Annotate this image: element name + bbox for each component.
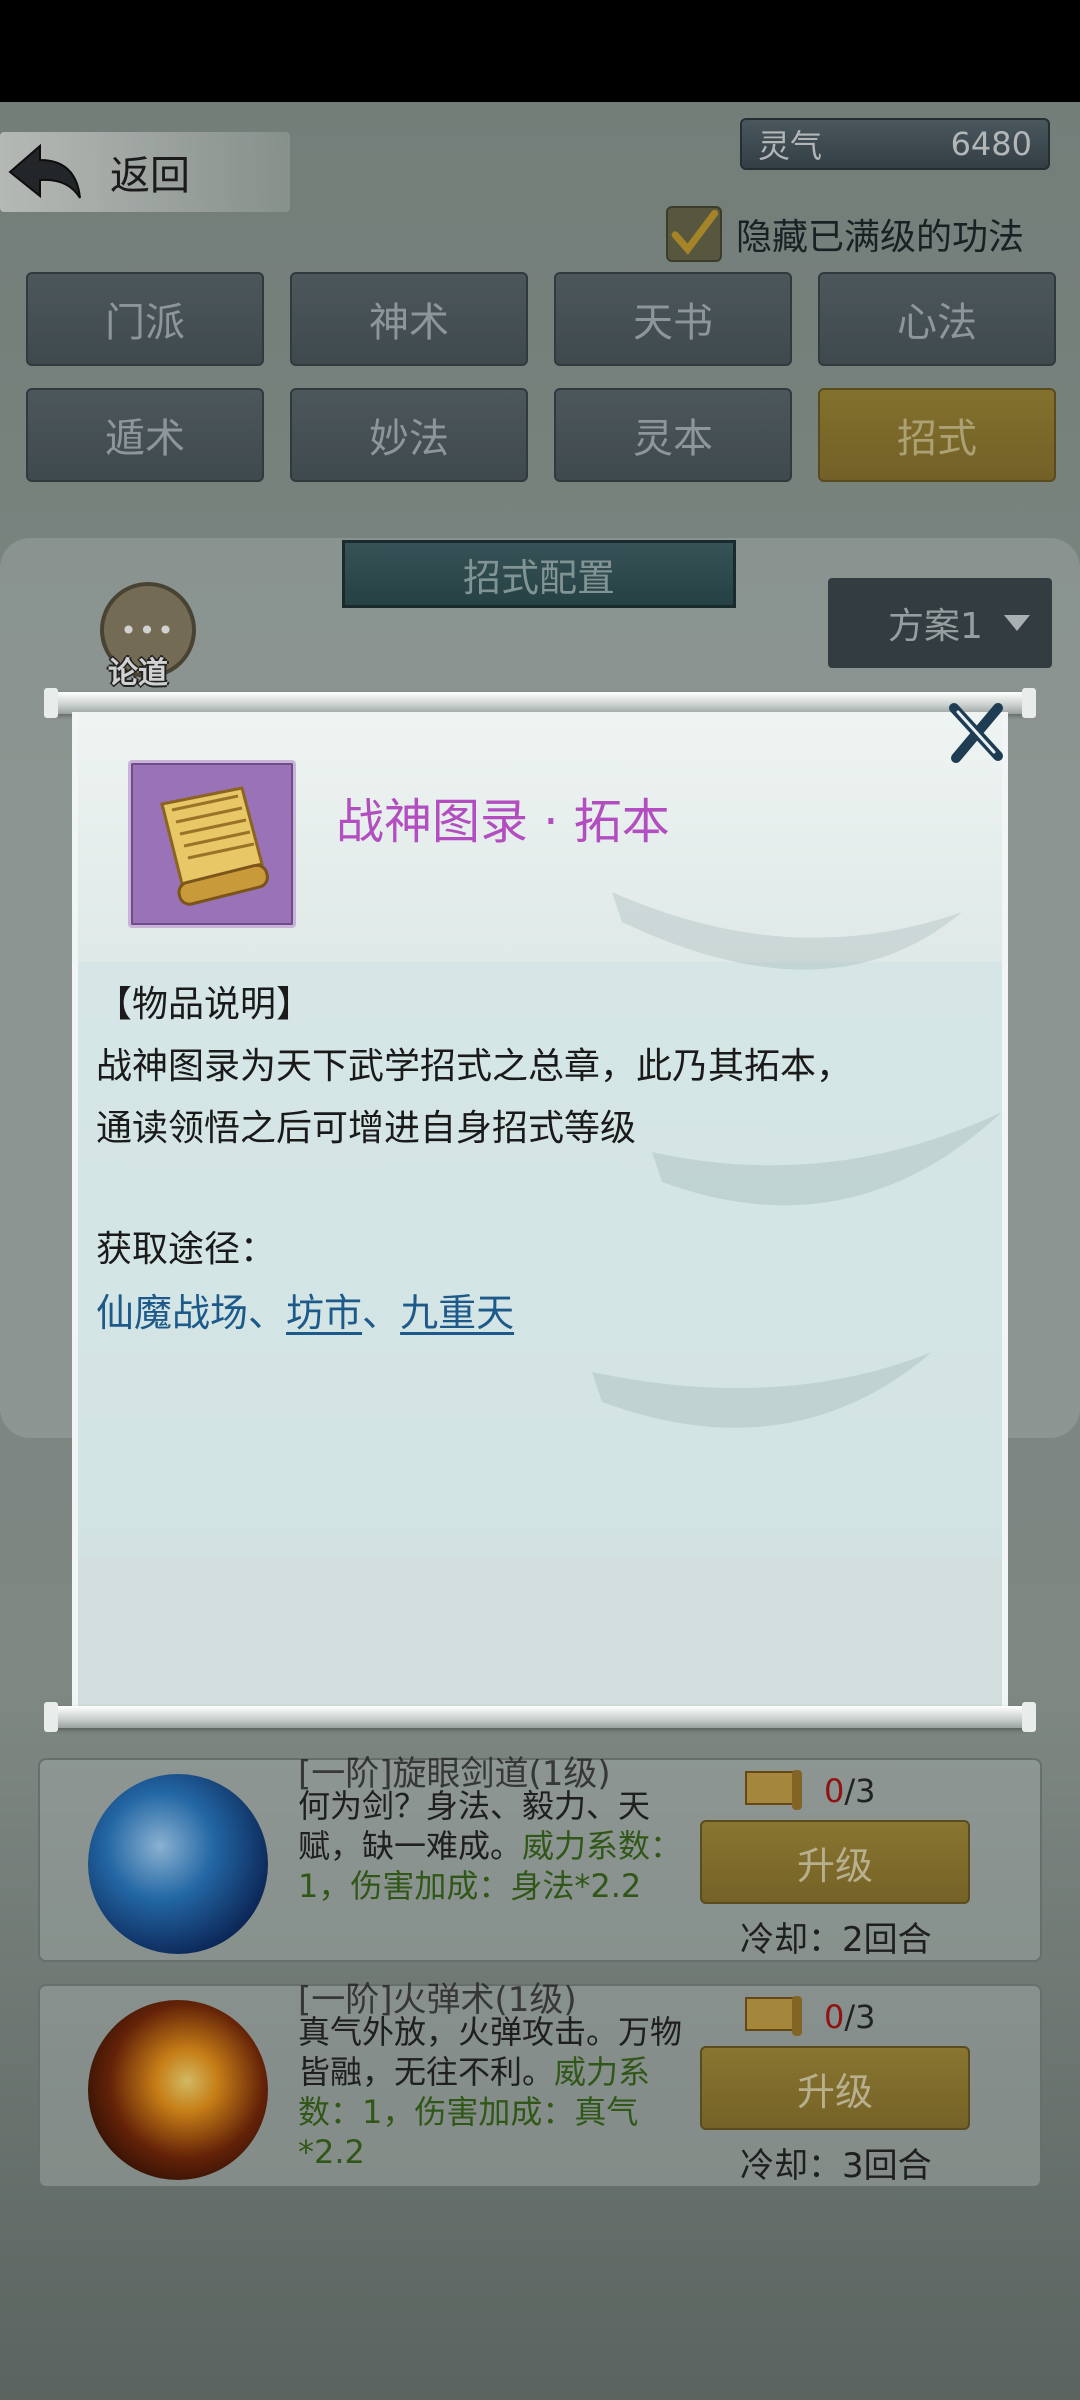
paper-bottom-band xyxy=(78,1558,1002,1708)
desc-line-2: 通读领悟之后可增进自身招式等级 xyxy=(96,1108,637,1149)
close-icon xyxy=(949,703,1003,763)
obtain-link-ninth-heaven[interactable]: 九重天 xyxy=(400,1282,514,1337)
item-description: 【物品说明】 战神图录为天下武学招式之总章，此乃其拓本， 通读领悟之后可增进自身… xyxy=(96,974,996,1160)
scroll-top-rod xyxy=(44,688,1036,718)
scroll-bottom-rod xyxy=(44,1702,1036,1732)
obtain-label: 获取途径： xyxy=(96,1229,277,1270)
item-scroll-icon xyxy=(128,760,296,928)
item-name: 战神图录 · 拓本 xyxy=(336,794,670,850)
section-title: 【物品说明】 xyxy=(96,984,313,1025)
separator: 、 xyxy=(248,1291,287,1335)
scroll-paper: 战神图录 · 拓本 【物品说明】 战神图录为天下武学招式之总章，此乃其拓本， 通… xyxy=(72,712,1008,1708)
obtain-link-market[interactable]: 坊市 xyxy=(286,1282,362,1337)
bamboo-watermark-icon xyxy=(592,892,1002,1428)
separator: 、 xyxy=(362,1291,401,1335)
obtain-source-battlefield[interactable]: 仙魔战场 xyxy=(96,1282,248,1337)
obtain-links: 仙魔战场 、 坊市 、 九重天 xyxy=(96,1282,514,1337)
close-button[interactable] xyxy=(946,700,1006,764)
item-detail-modal: 战神图录 · 拓本 【物品说明】 战神图录为天下武学招式之总章，此乃其拓本， 通… xyxy=(0,0,1080,2400)
desc-line-1: 战神图录为天下武学招式之总章，此乃其拓本， xyxy=(96,1046,853,1087)
